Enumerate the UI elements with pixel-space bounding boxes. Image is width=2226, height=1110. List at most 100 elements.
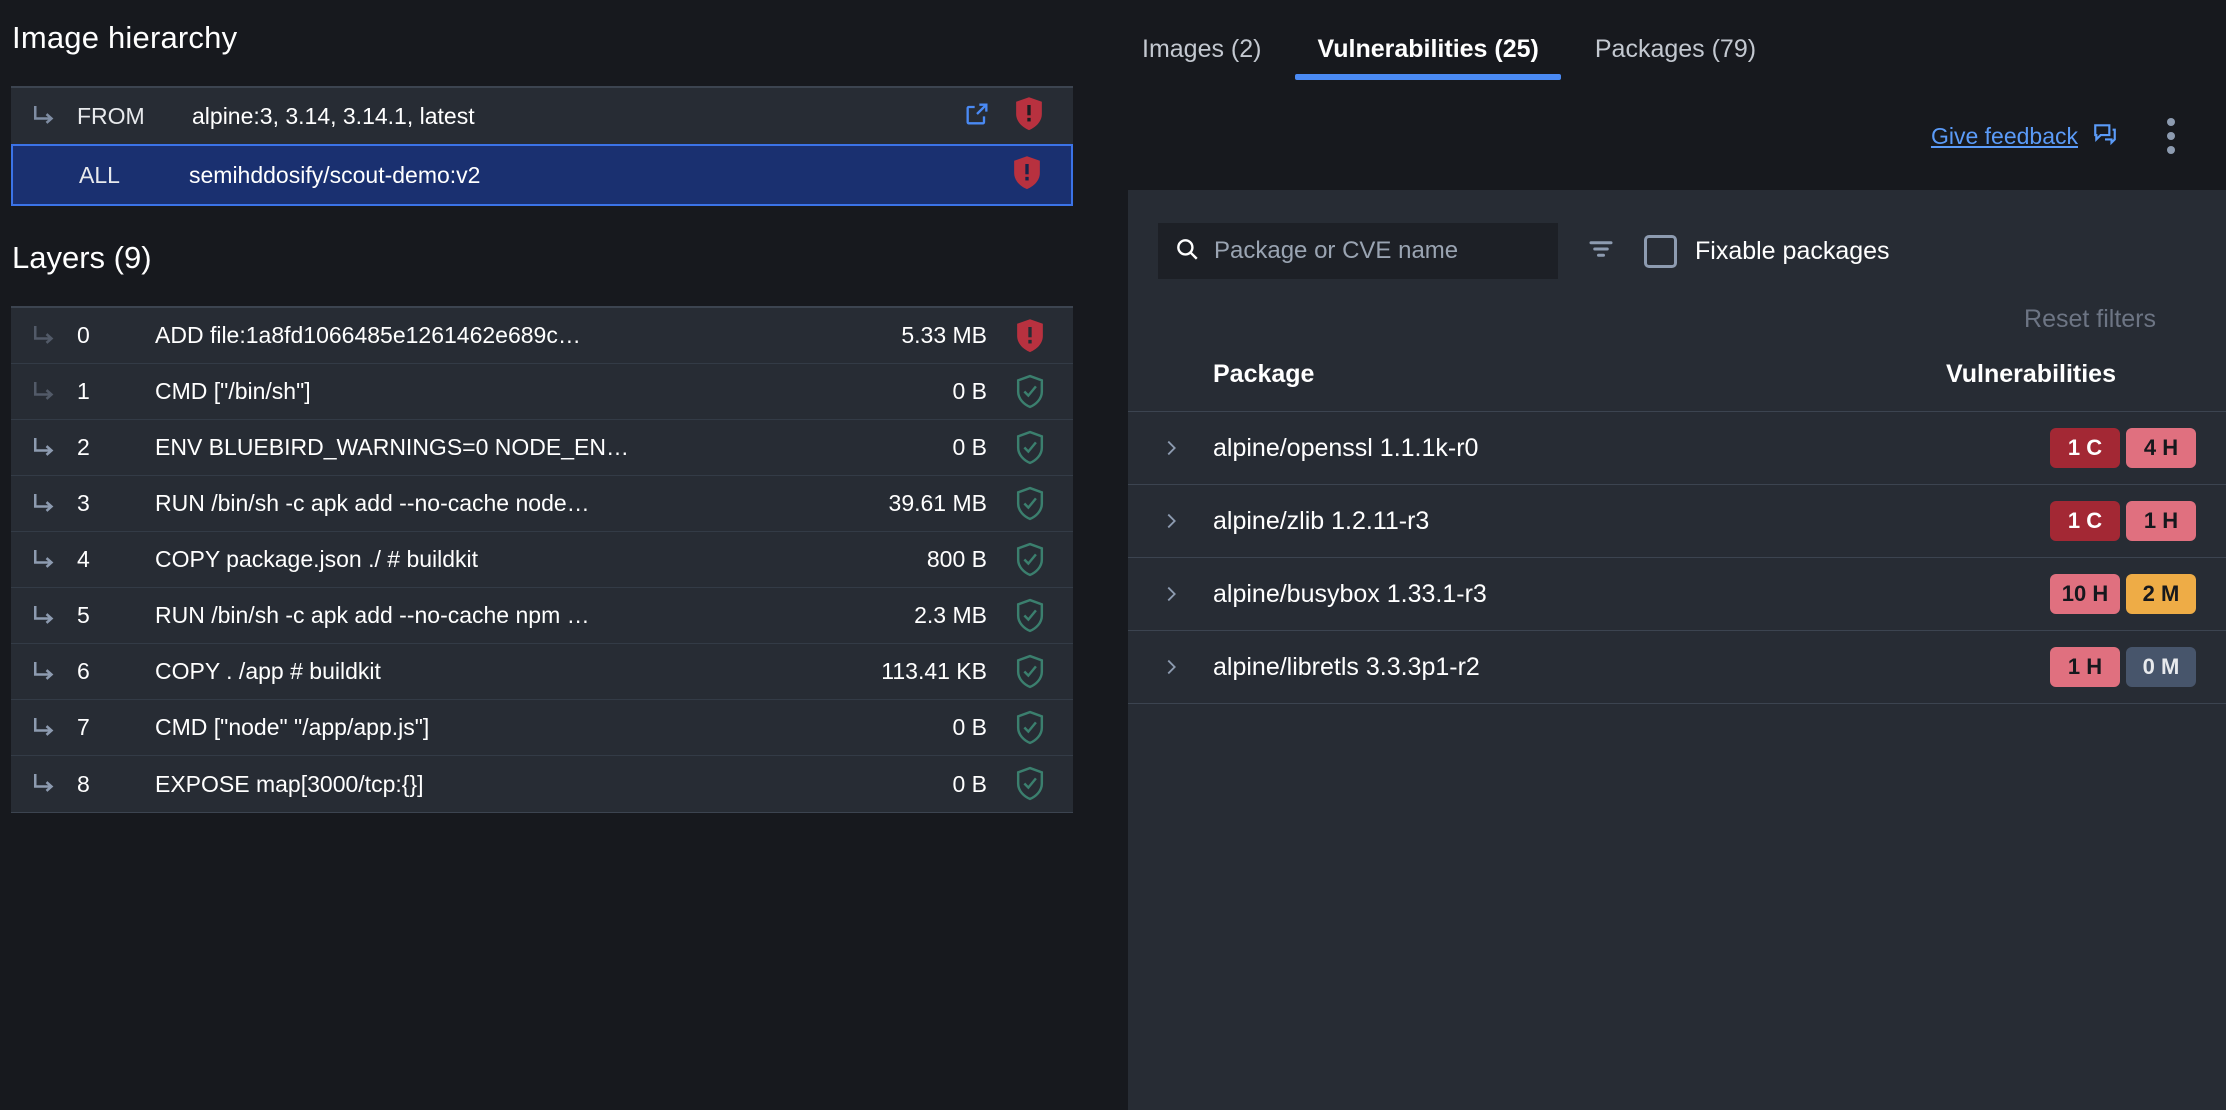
corner-down-right-icon — [11, 713, 77, 743]
search-box[interactable] — [1158, 223, 1558, 279]
status-badge-critical-shield-icon — [1011, 155, 1043, 196]
severity-badge-crit: 1 C — [2050, 428, 2120, 468]
layer-size: 0 B — [827, 434, 987, 461]
status-shield-ok-icon — [987, 430, 1073, 466]
hierarchy-row-all[interactable]: ALL semihddosify/scout-demo:v2 — [11, 144, 1073, 206]
severity-badge-high: 4 H — [2126, 428, 2196, 468]
corner-down-right-icon — [11, 769, 77, 799]
corner-down-right-icon — [11, 545, 77, 575]
layer-row[interactable]: 1CMD ["/bin/sh"]0 B — [11, 364, 1073, 420]
layer-size: 0 B — [827, 378, 987, 405]
corner-down-right-icon — [11, 601, 77, 631]
chevron-right-icon[interactable] — [1128, 656, 1213, 678]
filter-icon[interactable] — [1586, 234, 1616, 269]
tab-packages[interactable]: Packages (79) — [1567, 35, 1784, 80]
external-link-icon[interactable] — [963, 100, 991, 133]
feedback-bar: Give feedback — [1084, 80, 2226, 150]
column-header-vulnerabilities: Vulnerabilities — [1946, 360, 2226, 389]
layer-command: EXPOSE map[3000/tcp:{}] — [155, 771, 827, 798]
layers-title: Layers (9) — [0, 240, 1084, 276]
fixable-packages-toggle[interactable]: Fixable packages — [1644, 235, 1890, 268]
corner-down-right-icon — [11, 377, 77, 407]
layer-command: RUN /bin/sh -c apk add --no-cache npm … — [155, 602, 827, 629]
severity-badges: 1 C1 H — [2050, 501, 2226, 541]
layer-row[interactable]: 4COPY package.json ./ # buildkit800 B — [11, 532, 1073, 588]
reset-filters-button[interactable]: Reset filters — [2024, 305, 2156, 334]
image-hierarchy-list: FROM alpine:3, 3.14, 3.14.1, latest — [11, 86, 1073, 206]
layer-index: 0 — [77, 322, 155, 349]
status-shield-ok-icon — [987, 710, 1073, 746]
layer-size: 800 B — [827, 546, 987, 573]
hierarchy-row-from[interactable]: FROM alpine:3, 3.14, 3.14.1, latest — [11, 88, 1073, 144]
hierarchy-keyword: ALL — [79, 162, 179, 189]
tab-bar: Images (2)Vulnerabilities (25)Packages (… — [1084, 0, 2226, 80]
chevron-right-icon[interactable] — [1128, 510, 1213, 532]
status-shield-ok-icon — [987, 542, 1073, 578]
layer-row[interactable]: 8EXPOSE map[3000/tcp:{}]0 B — [11, 756, 1073, 812]
layer-row[interactable]: 7CMD ["node" "/app/app.js"]0 B — [11, 700, 1073, 756]
image-analysis-screen: Image hierarchy FROM alpine:3, 3.14, 3.1… — [0, 0, 2226, 1110]
status-shield-ok-icon — [987, 598, 1073, 634]
severity-badges: 10 H2 M — [2050, 574, 2226, 614]
layer-row[interactable]: 6COPY . /app # buildkit113.41 KB — [11, 644, 1073, 700]
layer-size: 113.41 KB — [827, 658, 987, 685]
hierarchy-keyword: FROM — [77, 103, 182, 130]
layer-index: 3 — [77, 490, 155, 517]
layer-command: RUN /bin/sh -c apk add --no-cache node… — [155, 490, 827, 517]
package-name: alpine/zlib 1.2.11-r3 — [1213, 507, 2050, 536]
column-header-package: Package — [1128, 360, 1946, 389]
hierarchy-row-actions — [963, 96, 1073, 137]
kebab-dot — [2167, 118, 2175, 126]
search-icon — [1174, 236, 1200, 267]
package-name: alpine/openssl 1.1.1k-r0 — [1213, 434, 2050, 463]
filter-row: Fixable packages — [1128, 190, 2226, 279]
status-badge-critical-shield-icon — [1013, 96, 1045, 137]
hierarchy-image-name: alpine:3, 3.14, 3.14.1, latest — [182, 103, 963, 130]
corner-down-right-icon — [11, 321, 77, 351]
status-shield-ok-icon — [987, 766, 1073, 802]
reset-filters-row: Reset filters — [1128, 279, 2226, 334]
layer-row[interactable]: 3RUN /bin/sh -c apk add --no-cache node…… — [11, 476, 1073, 532]
tab-vulnerabilities[interactable]: Vulnerabilities (25) — [1289, 35, 1566, 80]
severity-badge-high: 10 H — [2050, 574, 2120, 614]
search-input[interactable] — [1214, 237, 1542, 265]
vulnerabilities-card: Fixable packages Reset filters Package V… — [1128, 190, 2226, 1110]
layer-index: 4 — [77, 546, 155, 573]
severity-badge-med: 2 M — [2126, 574, 2196, 614]
status-shield-ok-icon — [987, 486, 1073, 522]
package-name: alpine/busybox 1.33.1-r3 — [1213, 580, 2050, 609]
corner-down-right-icon — [11, 433, 77, 463]
layers-section: Layers (9) 0ADD file:1a8fd1066485e126146… — [0, 240, 1084, 813]
severity-badge-high: 1 H — [2126, 501, 2196, 541]
severity-badge-none: 0 M — [2126, 647, 2196, 687]
chevron-right-icon[interactable] — [1128, 583, 1213, 605]
table-row[interactable]: alpine/zlib 1.2.11-r31 C1 H — [1128, 485, 2226, 558]
analysis-detail-panel: Images (2)Vulnerabilities (25)Packages (… — [1084, 0, 2226, 1110]
layer-size: 0 B — [827, 771, 987, 798]
layer-size: 0 B — [827, 714, 987, 741]
layer-command: COPY package.json ./ # buildkit — [155, 546, 827, 573]
feedback-bubble-icon[interactable] — [2092, 121, 2118, 152]
layer-row[interactable]: 2ENV BLUEBIRD_WARNINGS=0 NODE_EN…0 B — [11, 420, 1073, 476]
layer-row[interactable]: 0ADD file:1a8fd1066485e1261462e689c…5.33… — [11, 308, 1073, 364]
layer-command: ENV BLUEBIRD_WARNINGS=0 NODE_EN… — [155, 434, 827, 461]
package-table-body: alpine/openssl 1.1.1k-r01 C4 Halpine/zli… — [1128, 412, 2226, 704]
layer-command: COPY . /app # buildkit — [155, 658, 827, 685]
fixable-packages-checkbox[interactable] — [1644, 235, 1677, 268]
layer-index: 1 — [77, 378, 155, 405]
chevron-right-icon[interactable] — [1128, 437, 1213, 459]
give-feedback-link[interactable]: Give feedback — [1931, 123, 2078, 150]
layer-command: CMD ["/bin/sh"] — [155, 378, 827, 405]
more-options-button[interactable] — [2154, 113, 2188, 159]
table-row[interactable]: alpine/openssl 1.1.1k-r01 C4 H — [1128, 412, 2226, 485]
image-hierarchy-panel: Image hierarchy FROM alpine:3, 3.14, 3.1… — [0, 0, 1084, 1110]
table-row[interactable]: alpine/busybox 1.33.1-r310 H2 M — [1128, 558, 2226, 631]
table-row[interactable]: alpine/libretls 3.3.3p1-r21 H0 M — [1128, 631, 2226, 704]
layer-command: CMD ["node" "/app/app.js"] — [155, 714, 827, 741]
layer-row[interactable]: 5RUN /bin/sh -c apk add --no-cache npm …… — [11, 588, 1073, 644]
layer-size: 5.33 MB — [827, 322, 987, 349]
tab-images[interactable]: Images (2) — [1114, 35, 1289, 80]
layer-index: 8 — [77, 771, 155, 798]
hierarchy-image-name: semihddosify/scout-demo:v2 — [179, 162, 1011, 189]
status-shield-ok-icon — [987, 374, 1073, 410]
